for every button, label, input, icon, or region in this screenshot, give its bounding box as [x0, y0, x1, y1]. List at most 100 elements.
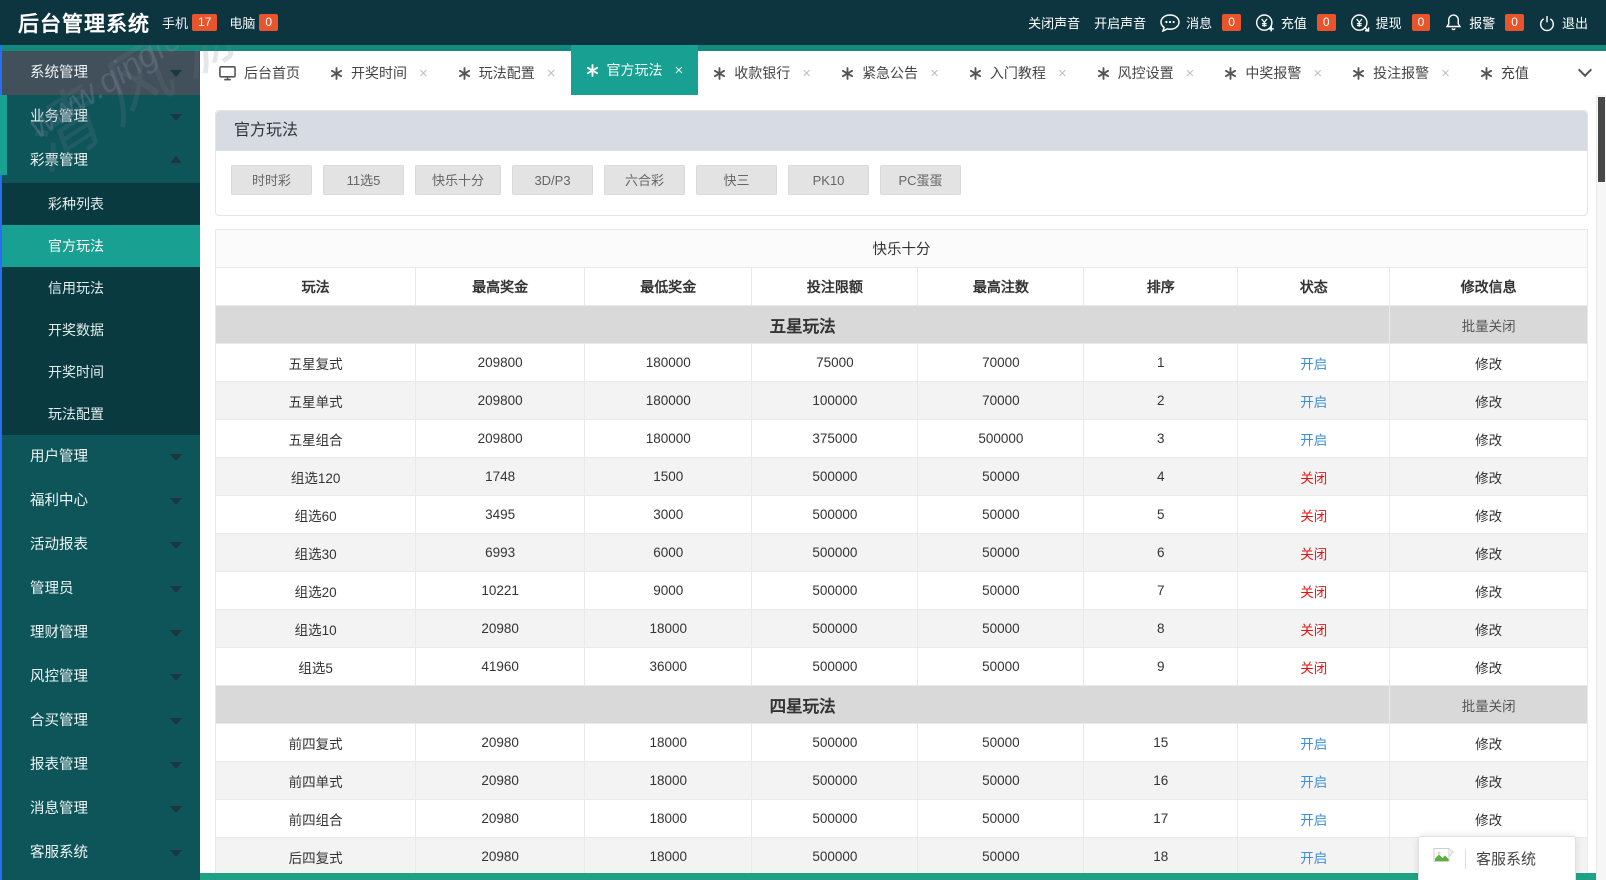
status-toggle-link[interactable]: 开启 — [1237, 343, 1391, 382]
tab-notice[interactable]: 紧急公告 × — [826, 51, 954, 95]
table-row: 组选10 20980 18000 500000 50000 8 关闭 修改 — [214, 609, 1588, 648]
vertical-scrollbar[interactable] — [1596, 95, 1606, 880]
table-row: 组选60 3495 3000 500000 50000 5 关闭 修改 — [214, 495, 1588, 534]
status-toggle-link[interactable]: 关闭 — [1237, 533, 1391, 572]
edit-link[interactable]: 修改 — [1389, 761, 1588, 800]
cell: 50000 — [917, 799, 1085, 838]
edit-link[interactable]: 修改 — [1389, 495, 1588, 534]
edit-link[interactable]: 修改 — [1389, 571, 1588, 610]
game-button[interactable]: PC蛋蛋 — [880, 165, 962, 195]
tab-bet-alarm[interactable]: 投注报警 × — [1337, 51, 1465, 95]
game-button[interactable]: 11选5 — [323, 165, 404, 195]
game-button[interactable]: 3D/P3 — [512, 165, 594, 195]
close-icon[interactable]: × — [547, 65, 556, 82]
edit-link[interactable]: 修改 — [1389, 723, 1588, 762]
tab-home[interactable]: 后台首页 — [204, 51, 315, 95]
status-toggle-link[interactable]: 开启 — [1237, 419, 1391, 458]
close-icon[interactable]: × — [1058, 65, 1067, 82]
table-row: 组选30 6993 6000 500000 50000 6 关闭 修改 — [214, 533, 1588, 572]
recharge-button[interactable]: 充值 0 — [1255, 13, 1336, 33]
edit-link[interactable]: 修改 — [1389, 609, 1588, 648]
status-toggle-link[interactable]: 关闭 — [1237, 571, 1391, 610]
close-icon[interactable]: × — [930, 65, 939, 82]
status-toggle-link[interactable]: 开启 — [1237, 837, 1391, 876]
status-toggle-link[interactable]: 开启 — [1237, 761, 1391, 800]
edit-link[interactable]: 修改 — [1389, 647, 1588, 686]
cell: 6000 — [584, 533, 753, 572]
game-button[interactable]: PK10 — [788, 165, 870, 195]
tab-bank[interactable]: 收款银行 × — [698, 51, 826, 95]
bulk-close-button[interactable]: 批量关闭 — [1389, 685, 1588, 724]
close-icon[interactable]: × — [1313, 65, 1322, 82]
edit-link[interactable]: 修改 — [1389, 533, 1588, 572]
status-toggle-link[interactable]: 关闭 — [1237, 457, 1391, 496]
alarm-button[interactable]: 报警 0 — [1444, 13, 1524, 32]
table-row: 五星复式 209800 180000 75000 70000 1 开启 修改 — [214, 343, 1588, 382]
cell: 18000 — [584, 761, 753, 800]
cell: 209800 — [415, 381, 586, 420]
scrollbar-thumb[interactable] — [1598, 97, 1605, 182]
tab-risk-setting[interactable]: 风控设置 × — [1082, 51, 1210, 95]
customer-service-widget[interactable]: 客服系统 — [1418, 836, 1576, 880]
edit-link[interactable]: 修改 — [1389, 343, 1588, 382]
status-toggle-link[interactable]: 关闭 — [1237, 647, 1391, 686]
sound-off-button[interactable]: 关闭声音 — [1028, 13, 1080, 32]
sidebar-item-report[interactable]: 报表管理 — [0, 743, 200, 787]
tab-play-config[interactable]: 玩法配置 × — [443, 51, 571, 95]
status-toggle-link[interactable]: 关闭 — [1237, 609, 1391, 648]
cell: 100000 — [751, 381, 919, 420]
edit-link[interactable]: 修改 — [1389, 457, 1588, 496]
status-toggle-link[interactable]: 开启 — [1237, 799, 1391, 838]
sidebar-item-admin[interactable]: 管理员 — [0, 567, 200, 611]
status-toggle-link[interactable]: 开启 — [1237, 723, 1391, 762]
bell-icon — [1444, 13, 1463, 32]
app-root: 后台管理系统 手机 17 电脑 0 关闭声音 开启声音 消息 0 充值 0 提现 0 报警 0… — [0, 0, 1606, 880]
sidebar-item-welfare[interactable]: 福利中心 — [0, 479, 200, 523]
sidebar-item-system[interactable]: 系统管理 — [0, 51, 200, 95]
sound-on-button[interactable]: 开启声音 — [1094, 13, 1146, 32]
cell: 6993 — [415, 533, 586, 572]
bulk-close-button[interactable]: 批量关闭 — [1389, 305, 1588, 344]
sidebar-subitem-draw-data[interactable]: 开奖数据 — [0, 309, 200, 351]
game-button[interactable]: 六合彩 — [604, 165, 686, 195]
sidebar-item-message[interactable]: 消息管理 — [0, 787, 200, 831]
sidebar-subitem-play-config[interactable]: 玩法配置 — [0, 393, 200, 435]
game-button[interactable]: 快乐十分 — [415, 165, 502, 195]
close-icon[interactable]: × — [1186, 65, 1195, 82]
tab-official-play[interactable]: 官方玩法 × — [570, 45, 699, 95]
sidebar-item-business[interactable]: 业务管理 — [0, 95, 200, 139]
cell: 9000 — [584, 571, 753, 610]
sidebar-item-risk[interactable]: 风控管理 — [0, 655, 200, 699]
tab-draw-time[interactable]: 开奖时间 × — [315, 51, 443, 95]
sidebar-item-activity-report[interactable]: 活动报表 — [0, 523, 200, 567]
game-button[interactable]: 快三 — [696, 165, 778, 195]
messages-button[interactable]: 消息 0 — [1160, 13, 1241, 32]
game-button[interactable]: 时时彩 — [231, 165, 312, 195]
tab-win-alarm[interactable]: 中奖报警 × — [1209, 51, 1337, 95]
game-buttons: 时时彩 11选5 快乐十分 3D/P3 六合彩 快三 PK10 PC蛋蛋 — [216, 151, 1587, 215]
sidebar-subitem-lottery-list[interactable]: 彩种列表 — [0, 183, 200, 225]
status-toggle-link[interactable]: 开启 — [1237, 381, 1391, 420]
close-icon[interactable]: × — [1441, 65, 1450, 82]
cell: 7 — [1083, 571, 1239, 610]
edit-link[interactable]: 修改 — [1389, 381, 1588, 420]
sidebar-item-lottery[interactable]: 彩票管理 — [0, 139, 200, 183]
status-toggle-link[interactable]: 关闭 — [1237, 495, 1391, 534]
sidebar-item-group-buy[interactable]: 合买管理 — [0, 699, 200, 743]
edit-link[interactable]: 修改 — [1389, 419, 1588, 458]
close-icon[interactable]: × — [675, 62, 684, 79]
tab-recharge[interactable]: 充值 — [1465, 51, 1544, 95]
tab-tutorial[interactable]: 入门教程 × — [954, 51, 1082, 95]
cell: 50000 — [917, 533, 1085, 572]
logout-button[interactable]: 退出 — [1538, 13, 1588, 32]
sidebar-item-service[interactable]: 客服系统 — [0, 831, 200, 875]
sidebar-item-finance[interactable]: 理财管理 — [0, 611, 200, 655]
close-icon[interactable]: × — [802, 65, 811, 82]
sidebar-subitem-credit-play[interactable]: 信用玩法 — [0, 267, 200, 309]
close-icon[interactable]: × — [419, 65, 428, 82]
sidebar-subitem-draw-time[interactable]: 开奖时间 — [0, 351, 200, 393]
edit-link[interactable]: 修改 — [1389, 799, 1588, 838]
withdraw-button[interactable]: 提现 0 — [1350, 13, 1431, 33]
sidebar-subitem-official-play[interactable]: 官方玩法 — [0, 225, 200, 267]
sidebar-item-user[interactable]: 用户管理 — [0, 435, 200, 479]
